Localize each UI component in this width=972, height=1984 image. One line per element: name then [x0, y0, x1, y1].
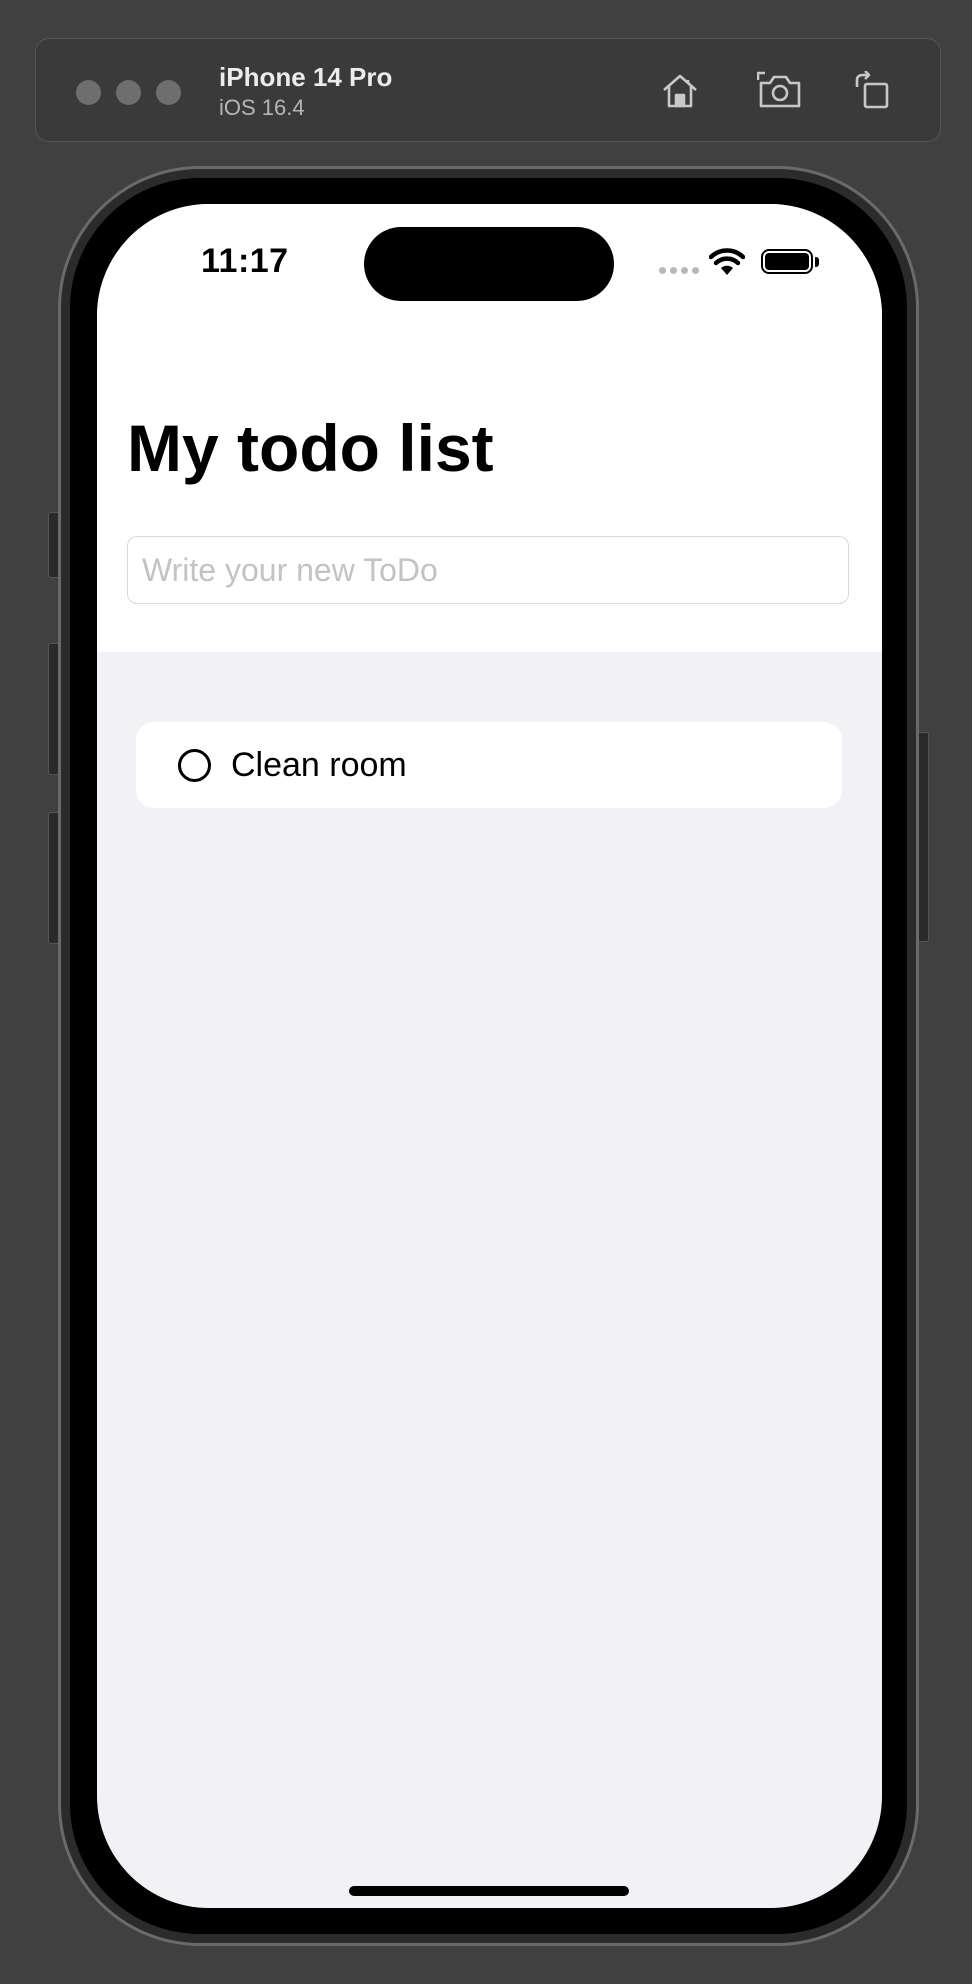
- device-screen: 11:17 My todo list Clean room: [97, 204, 882, 1908]
- page-title: My todo list: [127, 411, 494, 485]
- new-todo-input[interactable]: [127, 536, 849, 604]
- close-window-button[interactable]: [76, 80, 101, 105]
- minimize-window-button[interactable]: [116, 80, 141, 105]
- home-indicator[interactable]: [349, 1886, 629, 1896]
- zoom-window-button[interactable]: [156, 80, 181, 105]
- wifi-icon: [709, 248, 745, 275]
- cellular-signal-icon: [659, 267, 699, 274]
- todo-item[interactable]: Clean room: [136, 722, 842, 808]
- screenshot-button[interactable]: [754, 65, 806, 117]
- simulator-device-name: iPhone 14 Pro: [219, 62, 393, 92]
- todo-list: Clean room: [136, 722, 842, 808]
- status-bar-time: 11:17: [201, 242, 289, 280]
- screenshot-icon: [757, 71, 801, 108]
- home-icon: [663, 74, 697, 108]
- rotate-button[interactable]: [846, 65, 898, 117]
- rotate-icon: [855, 71, 889, 109]
- battery-icon: [761, 249, 813, 274]
- battery-level: [765, 253, 809, 270]
- battery-cap: [815, 257, 819, 267]
- home-button[interactable]: [654, 65, 706, 117]
- dynamic-island: [364, 227, 614, 301]
- simulator-title-bar: iPhone 14 Pro iOS 16.4: [35, 38, 941, 142]
- todo-item-label: Clean room: [231, 745, 407, 784]
- simulator-os-version: iOS 16.4: [219, 95, 305, 120]
- unchecked-circle-icon[interactable]: [178, 748, 211, 782]
